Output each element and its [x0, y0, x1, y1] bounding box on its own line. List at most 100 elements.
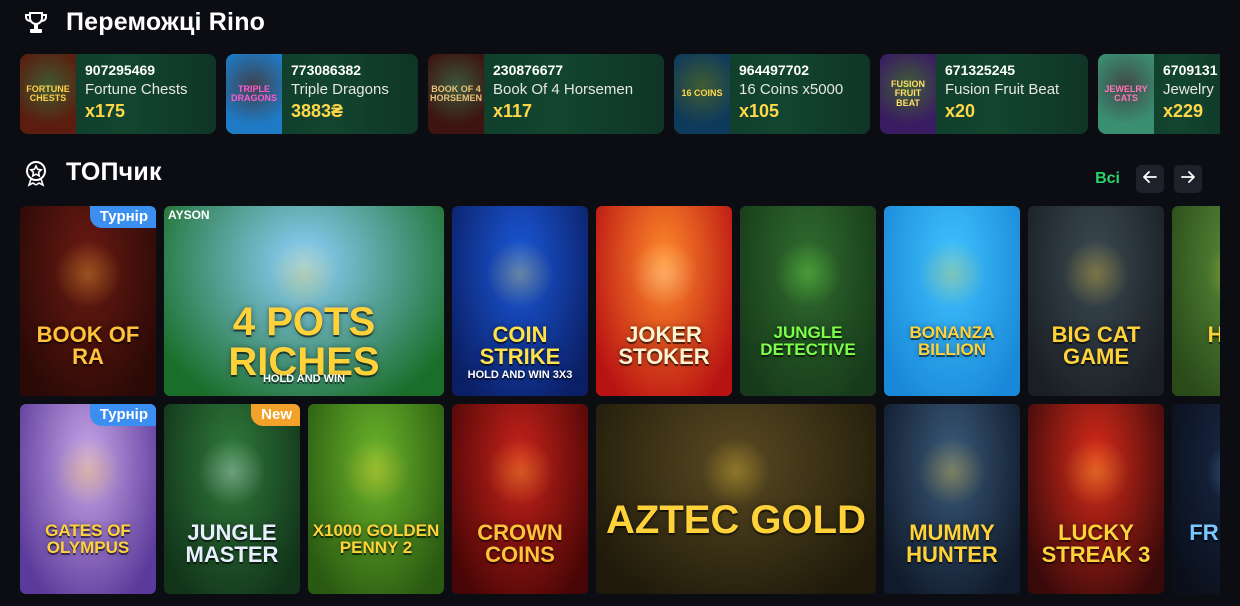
winner-card[interactable]: 16 Coins 964497702 16 Coins x5000 x105: [674, 54, 870, 134]
badge-star-icon: [22, 159, 50, 187]
game-title: Book of Ra: [36, 322, 140, 369]
winner-id: 773086382: [291, 62, 362, 78]
winner-amount: x229: [1163, 101, 1204, 121]
game-title: Joker Stoker: [618, 322, 710, 369]
winner-amount: x117: [493, 101, 533, 121]
winner-game-thumbnail: Triple Dragons: [226, 54, 282, 134]
game-tile[interactable]: Mummy Hunter: [884, 404, 1020, 594]
winner-info: 6709131 Jewelry x229: [1154, 54, 1220, 134]
game-art: [918, 240, 986, 308]
winner-card[interactable]: Fortune Chests 907295469 Fortune Chests x17…: [20, 54, 216, 134]
winner-game-thumbnail: Jewelry Cats: [1098, 54, 1154, 134]
game-tile[interactable]: AYSON 4 Pots Riches Hold and Win: [164, 206, 444, 396]
all-games-link[interactable]: Всі: [1095, 170, 1120, 188]
winner-id: 907295469: [85, 62, 156, 78]
game-tile[interactable]: Crown Coins: [452, 404, 588, 594]
winners-header: Переможці Rino: [22, 8, 265, 37]
game-title: Jungle Detective: [760, 323, 856, 359]
winner-card[interactable]: Jewelry Cats 6709131 Jewelry x229: [1098, 54, 1220, 134]
game-tile[interactable]: Gates of Olympus Турнір: [20, 404, 156, 594]
game-title: Bonanza Billion: [909, 323, 995, 359]
game-art: [486, 438, 554, 506]
game-tile[interactable]: Book of Ra Турнір: [20, 206, 156, 396]
game-tile[interactable]: x1000 Golden Penny 2: [308, 404, 444, 594]
winner-info: 773086382 Triple Dragons 3883₴: [282, 54, 399, 134]
game-art: [1062, 240, 1130, 308]
trophy-icon: [22, 9, 50, 37]
game-tile[interactable]: Big Cat Game: [1028, 206, 1164, 396]
game-art: [270, 240, 338, 308]
game-title: Hung: [1207, 322, 1220, 347]
game-tile[interactable]: Coin Strike Hold and Win 3x3: [452, 206, 588, 396]
game-art: [702, 438, 770, 506]
game-art: [54, 438, 122, 506]
game-grid: Book of Ra Турнір AYSON 4 Pots Riches Hold a…: [20, 206, 1220, 594]
game-art: [774, 240, 842, 308]
game-title: Lucky Streak 3: [1041, 520, 1151, 567]
game-title: Aztec Gold: [606, 498, 866, 542]
winners-track: Fortune Chests 907295469 Fortune Chests x17…: [20, 54, 1220, 134]
game-tile[interactable]: Jungle Detective: [740, 206, 876, 396]
game-art: [1206, 240, 1220, 308]
winner-game-thumbnail: Fortune Chests: [20, 54, 76, 134]
game-tile[interactable]: Lucky Streak 3: [1028, 404, 1164, 594]
game-tile[interactable]: Aztec Gold: [596, 404, 876, 594]
game-tile[interactable]: Jungle Master New: [164, 404, 300, 594]
top-title: ТОПчик: [66, 158, 162, 186]
game-title: Jungle Master: [185, 520, 279, 567]
game-art: [1206, 438, 1220, 506]
game-art: [342, 438, 410, 506]
winner-card[interactable]: Triple Dragons 773086382 Triple Dragons 388…: [226, 54, 418, 134]
winner-info: 964497702 16 Coins x5000 x105: [730, 54, 853, 134]
winner-game-name: Fusion Fruit Beat: [945, 81, 1060, 98]
top-controls: Всі: [1095, 165, 1202, 193]
winner-game-name: Book Of 4 Horsemen: [493, 81, 634, 98]
game-tile[interactable]: Joker Stoker: [596, 206, 732, 396]
game-art: [630, 240, 698, 308]
winner-game-thumbnail: 16 Coins: [674, 54, 730, 134]
winner-info: 230876677 Book Of 4 Horsemen x117: [484, 54, 643, 134]
game-title: Coin Strike: [479, 322, 561, 369]
game-badge: Турнір: [89, 404, 156, 426]
winner-card[interactable]: Fusion Fruit Beat 671325245 Fusion Fruit B…: [880, 54, 1088, 134]
game-art: [1062, 438, 1130, 506]
game-art: [54, 240, 122, 308]
winner-id: 230876677: [493, 62, 564, 78]
winner-thumb-label: 16 Coins: [681, 88, 723, 99]
winner-game-thumbnail: Book of 4 Horsemen: [428, 54, 484, 134]
winner-amount: 3883₴: [291, 101, 344, 121]
game-art: [198, 438, 266, 506]
winner-thumb-label: Book of 4 Horsemen: [430, 83, 483, 103]
winner-info: 671325245 Fusion Fruit Beat x20: [936, 54, 1069, 134]
game-title: x1000 Golden Penny 2: [312, 521, 440, 557]
prev-button[interactable]: [1136, 165, 1164, 193]
winner-id: 964497702: [739, 62, 810, 78]
game-badge: New: [251, 404, 300, 426]
game-tile[interactable]: Hung: [1172, 206, 1220, 396]
winner-thumb-label: Jewelry Cats: [1104, 83, 1148, 103]
winner-game-thumbnail: Fusion Fruit Beat: [880, 54, 936, 134]
winner-game-name: 16 Coins x5000: [739, 81, 844, 98]
winner-card[interactable]: Book of 4 Horsemen 230876677 Book Of 4 Hor…: [428, 54, 664, 134]
winner-amount: x105: [739, 101, 780, 121]
game-subtitle: Hold and Win 3x3: [467, 369, 573, 381]
winner-amount: x20: [945, 101, 976, 121]
next-button[interactable]: [1174, 165, 1202, 193]
winner-game-name: Triple Dragons: [291, 81, 389, 98]
game-title: Big Cat Game: [1051, 322, 1141, 369]
winner-game-name: Jewelry: [1163, 81, 1214, 98]
game-title: Fr the B: [1189, 520, 1220, 545]
game-art: [486, 240, 554, 308]
winner-thumb-label: Triple Dragons: [230, 83, 277, 103]
winners-title: Переможці Rino: [66, 8, 266, 36]
winner-game-name: Fortune Chests: [85, 81, 188, 98]
game-title: Gates of Olympus: [45, 521, 131, 557]
game-tile[interactable]: Fr the B: [1172, 404, 1220, 594]
winner-thumb-label: Fortune Chests: [26, 83, 70, 103]
top-header: ТОПчик: [22, 158, 162, 187]
arrow-left-icon: [1143, 170, 1157, 188]
winner-info: 907295469 Fortune Chests x175: [76, 54, 198, 134]
winner-thumb-label: Fusion Fruit Beat: [890, 78, 925, 108]
game-title: 4 Pots Riches: [228, 300, 380, 384]
game-tile[interactable]: Bonanza Billion: [884, 206, 1020, 396]
